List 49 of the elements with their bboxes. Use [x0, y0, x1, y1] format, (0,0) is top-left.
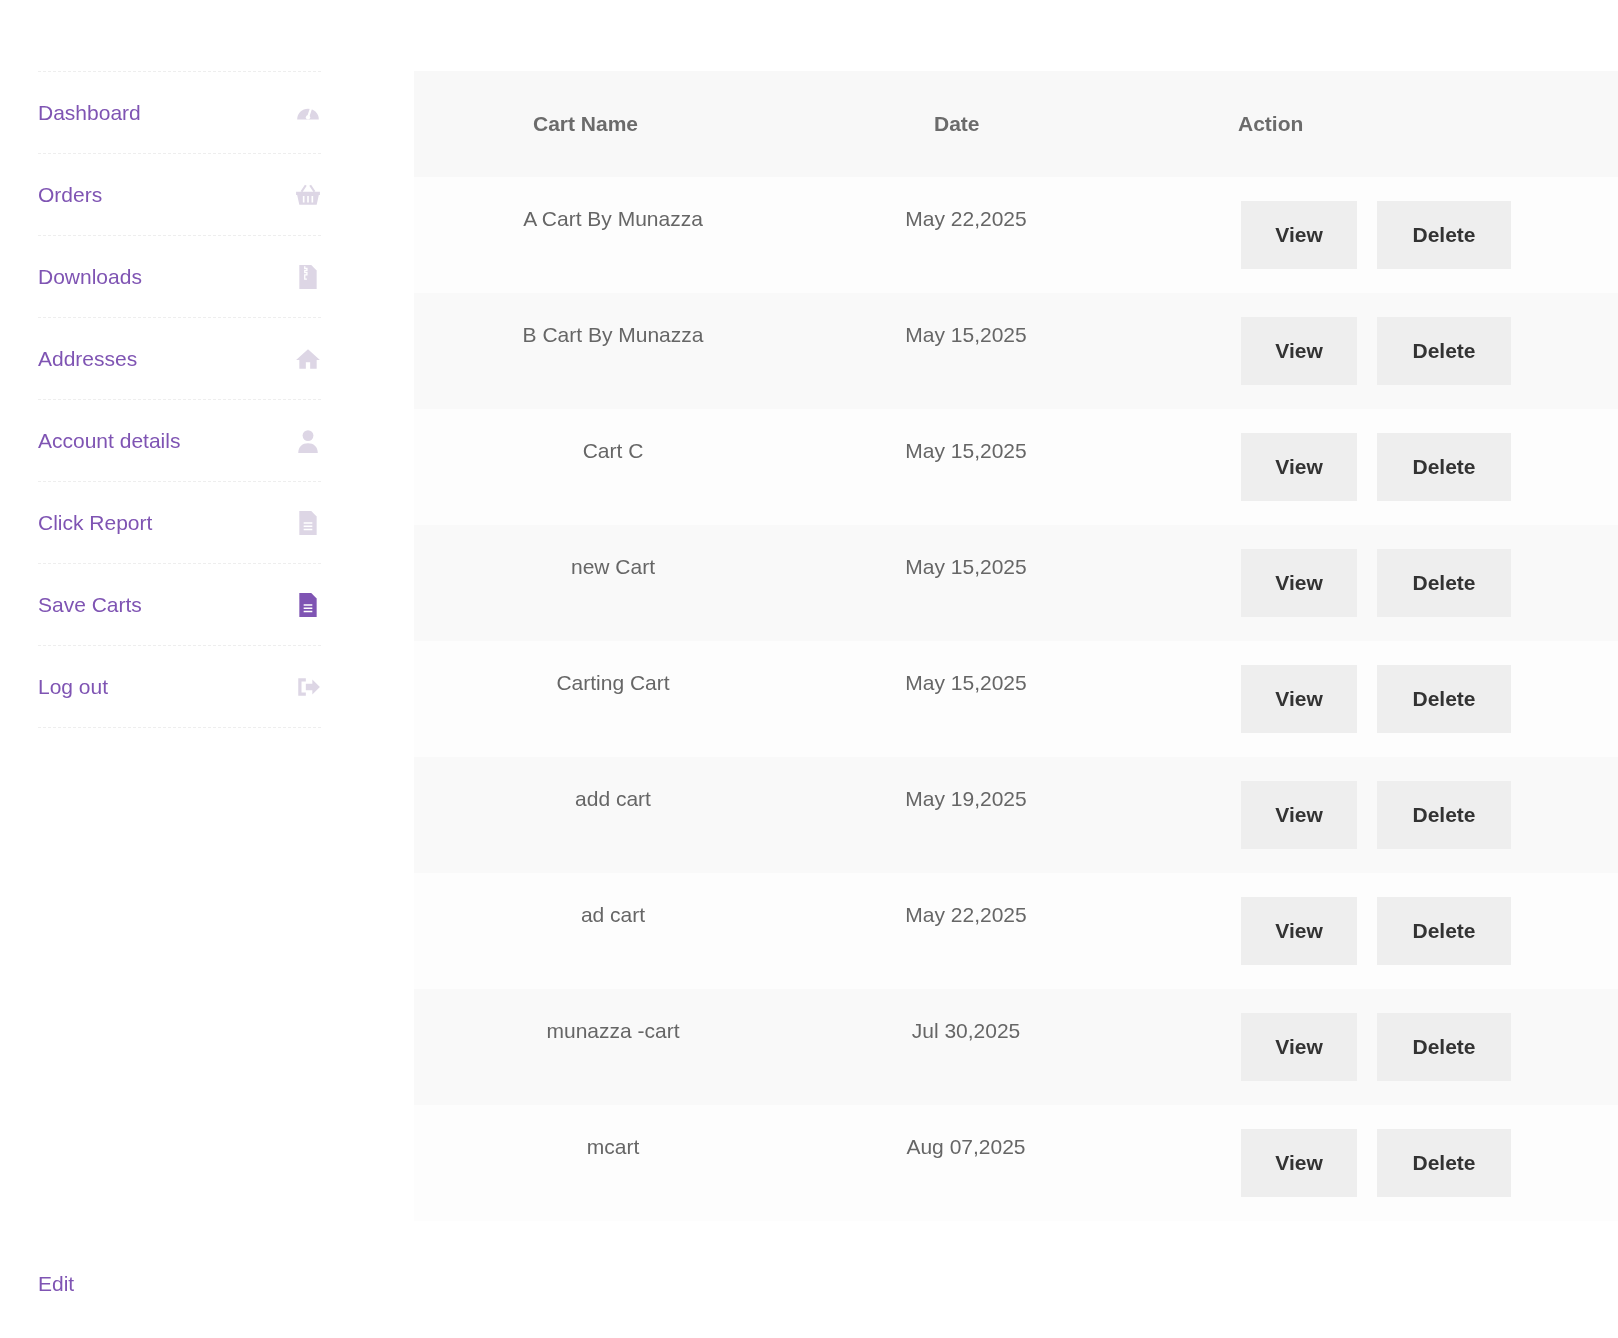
sidebar-item[interactable]: Click Report	[38, 482, 321, 564]
cart-name-cell-text: mcart	[585, 1134, 641, 1160]
view-button[interactable]: View	[1241, 201, 1357, 269]
cart-name-cell-text: add cart	[574, 786, 652, 812]
delete-button[interactable]: Delete	[1377, 317, 1511, 385]
cart-name-cell-text: new Cart	[570, 554, 656, 580]
date-cell-text: May 19,2025	[904, 786, 1028, 812]
sidebar-item[interactable]: Dashboard	[38, 72, 321, 154]
view-button[interactable]: View	[1241, 549, 1357, 617]
view-button[interactable]: View	[1241, 317, 1357, 385]
edit-link[interactable]: Edit	[38, 1272, 75, 1296]
sidebar-item[interactable]: Downloads	[38, 236, 321, 318]
sidebar-item[interactable]: Log out	[38, 646, 321, 728]
view-button[interactable]: View	[1241, 781, 1357, 849]
cart-name-cell-text: Cart C	[581, 438, 645, 464]
column-header: Date	[933, 112, 981, 136]
date-cell-text: May 15,2025	[904, 670, 1028, 696]
delete-button[interactable]: Delete	[1377, 433, 1511, 501]
date-cell-text: Aug 07,2025	[905, 1134, 1027, 1160]
delete-button[interactable]: Delete	[1377, 781, 1511, 849]
date-cell-text: May 15,2025	[904, 554, 1028, 580]
cart-name-cell-text: B Cart By Munazza	[521, 322, 705, 348]
delete-button[interactable]: Delete	[1377, 1129, 1511, 1197]
cart-name-cell-text: ad cart	[579, 902, 647, 928]
cart-name-cell-text: munazza -cart	[545, 1018, 681, 1044]
delete-button[interactable]: Delete	[1377, 665, 1511, 733]
delete-button[interactable]: Delete	[1377, 549, 1511, 617]
date-cell-text: Jul 30,2025	[910, 1018, 1022, 1044]
view-button[interactable]: View	[1241, 433, 1357, 501]
date-cell-text: May 15,2025	[904, 438, 1028, 464]
sidebar-item[interactable]: Account details	[38, 400, 321, 482]
delete-button[interactable]: Delete	[1377, 1013, 1511, 1081]
view-button[interactable]: View	[1241, 1013, 1357, 1081]
sidebar-item[interactable]: Addresses	[38, 318, 321, 400]
column-header: Action	[1237, 112, 1305, 136]
date-cell-text: May 22,2025	[904, 206, 1028, 232]
view-button[interactable]: View	[1241, 1129, 1357, 1197]
delete-button[interactable]: Delete	[1377, 897, 1511, 965]
date-cell-text: May 22,2025	[904, 902, 1028, 928]
view-button[interactable]: View	[1241, 665, 1357, 733]
cart-name-cell-text: A Cart By Munazza	[522, 206, 704, 232]
column-header: Cart Name	[532, 112, 640, 136]
person-icon	[295, 427, 321, 454]
date-cell-text: May 15,2025	[904, 322, 1028, 348]
sidebar-item[interactable]: Save Carts	[38, 564, 321, 646]
delete-button[interactable]: Delete	[1377, 201, 1511, 269]
sidebar-item[interactable]: Orders	[38, 154, 321, 236]
cart-name-cell-text: Carting Cart	[555, 670, 671, 696]
view-button[interactable]: View	[1241, 897, 1357, 965]
